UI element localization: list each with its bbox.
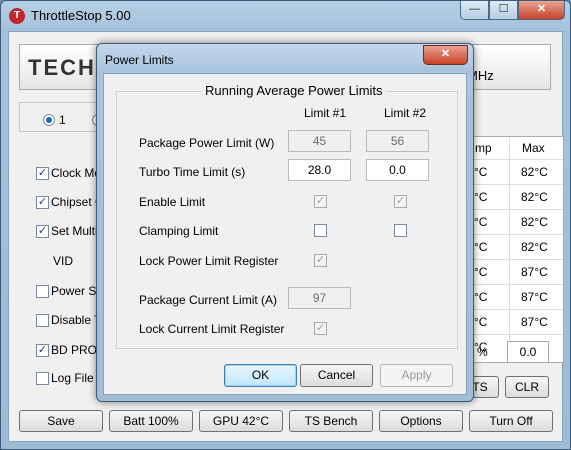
disable-turbo-checkbox[interactable] bbox=[36, 314, 49, 327]
close-button[interactable]: ✕ bbox=[518, 1, 565, 20]
max-header: Max bbox=[522, 141, 545, 155]
turbo-time-limit1-field[interactable]: 28.0 bbox=[288, 159, 351, 181]
temp-cell: °C bbox=[474, 290, 488, 304]
title-bar[interactable]: T ThrottleStop 5.00 — ☐ ✕ bbox=[1, 1, 570, 31]
percent-label: % bbox=[477, 345, 488, 359]
dialog-title: Power Limits bbox=[105, 53, 174, 67]
lock-current-limit-register-label: Lock Current Limit Register bbox=[139, 322, 285, 336]
battery-button[interactable]: Batt 100% bbox=[109, 410, 193, 432]
temp-divider bbox=[509, 137, 510, 362]
package-current-limit-field[interactable]: 97 bbox=[288, 287, 351, 309]
vid-label: VID bbox=[53, 254, 74, 268]
power-limits-dialog: Power Limits ✕ Running Average Power Lim… bbox=[96, 43, 474, 402]
save-button[interactable]: Save bbox=[19, 410, 103, 432]
dialog-close-button[interactable]: ✕ bbox=[423, 45, 468, 65]
chipset-checkbox[interactable]: ✓ bbox=[36, 196, 49, 209]
package-power-limit2-field[interactable]: 56 bbox=[366, 130, 429, 152]
bd-prochot-checkbox[interactable]: ✓ bbox=[36, 344, 49, 357]
enable-limit-label: Enable Limit bbox=[139, 195, 206, 209]
temp-cell: °C bbox=[474, 315, 488, 329]
app-title: ThrottleStop 5.00 bbox=[31, 8, 131, 23]
temp-cell: °C bbox=[474, 240, 488, 254]
clock-mod-checkbox[interactable]: ✓ bbox=[36, 167, 49, 180]
turn-off-button[interactable]: Turn Off bbox=[469, 410, 553, 432]
log-file-checkbox[interactable] bbox=[36, 372, 49, 385]
max-cell: 82°C bbox=[521, 240, 548, 254]
turbo-time-limit-label: Turbo Time Limit (s) bbox=[139, 165, 246, 179]
max-cell: 82°C bbox=[521, 215, 548, 229]
logo-text: TECH bbox=[28, 55, 96, 80]
clamping-limit2-checkbox[interactable] bbox=[394, 224, 407, 237]
clamping-limit-label: Clamping Limit bbox=[139, 224, 219, 238]
temp-cell: °C bbox=[474, 215, 488, 229]
profile-radio-1[interactable] bbox=[43, 114, 55, 126]
cancel-button[interactable]: Cancel bbox=[300, 364, 373, 387]
temperature-table: mp Max °C 82°C °C 82°C °C 82°C °C 82°C °… bbox=[471, 136, 564, 363]
limit2-header: Limit #2 bbox=[384, 106, 427, 120]
temp-header: mp bbox=[475, 141, 492, 155]
group-title: Running Average Power Limits bbox=[201, 83, 387, 98]
profile-radio-1-label: 1 bbox=[59, 113, 66, 127]
package-power-limit-label: Package Power Limit (W) bbox=[139, 136, 275, 150]
limit1-header: Limit #1 bbox=[304, 106, 347, 120]
temp-cell: °C bbox=[474, 165, 488, 179]
max-cell: 87°C bbox=[521, 315, 548, 329]
clr-button[interactable]: CLR bbox=[505, 376, 549, 398]
apply-button[interactable]: Apply bbox=[380, 364, 453, 387]
package-power-limit1-field[interactable]: 45 bbox=[288, 130, 351, 152]
clamping-limit1-checkbox[interactable] bbox=[314, 224, 327, 237]
temp-cell: °C bbox=[474, 265, 488, 279]
max-cell: 87°C bbox=[521, 290, 548, 304]
minimize-button[interactable]: — bbox=[460, 1, 489, 20]
max-cell: 87°C bbox=[521, 265, 548, 279]
max-cell: 82°C bbox=[521, 165, 548, 179]
set-multiplier-checkbox[interactable]: ✓ bbox=[36, 225, 49, 238]
power-saver-checkbox[interactable] bbox=[36, 285, 49, 298]
app-icon: T bbox=[9, 8, 25, 24]
enable-limit2-checkbox[interactable]: ✓ bbox=[394, 195, 407, 208]
maximize-button[interactable]: ☐ bbox=[489, 1, 518, 20]
ok-button[interactable]: OK bbox=[224, 364, 297, 387]
turbo-time-limit2-field[interactable]: 0.0 bbox=[366, 159, 429, 181]
gpu-button[interactable]: GPU 42°C bbox=[199, 410, 283, 432]
lock-power-limit-register-checkbox[interactable]: ✓ bbox=[314, 254, 327, 267]
lock-current-limit-register-checkbox[interactable]: ✓ bbox=[314, 322, 327, 335]
ts-bench-button[interactable]: TS Bench bbox=[289, 410, 373, 432]
max-cell: 82°C bbox=[521, 190, 548, 204]
window-controls: — ☐ ✕ bbox=[460, 1, 565, 20]
lock-power-limit-register-label: Lock Power Limit Register bbox=[139, 254, 279, 268]
percent-value-field: 0.0 bbox=[507, 341, 549, 363]
package-current-limit-label: Package Current Limit (A) bbox=[139, 293, 278, 307]
enable-limit1-checkbox[interactable]: ✓ bbox=[314, 195, 327, 208]
log-file-label: Log File bbox=[51, 371, 94, 385]
temp-cell: °C bbox=[474, 190, 488, 204]
options-button[interactable]: Options bbox=[379, 410, 463, 432]
dialog-client-area: Running Average Power Limits Limit #1 Li… bbox=[103, 73, 467, 395]
